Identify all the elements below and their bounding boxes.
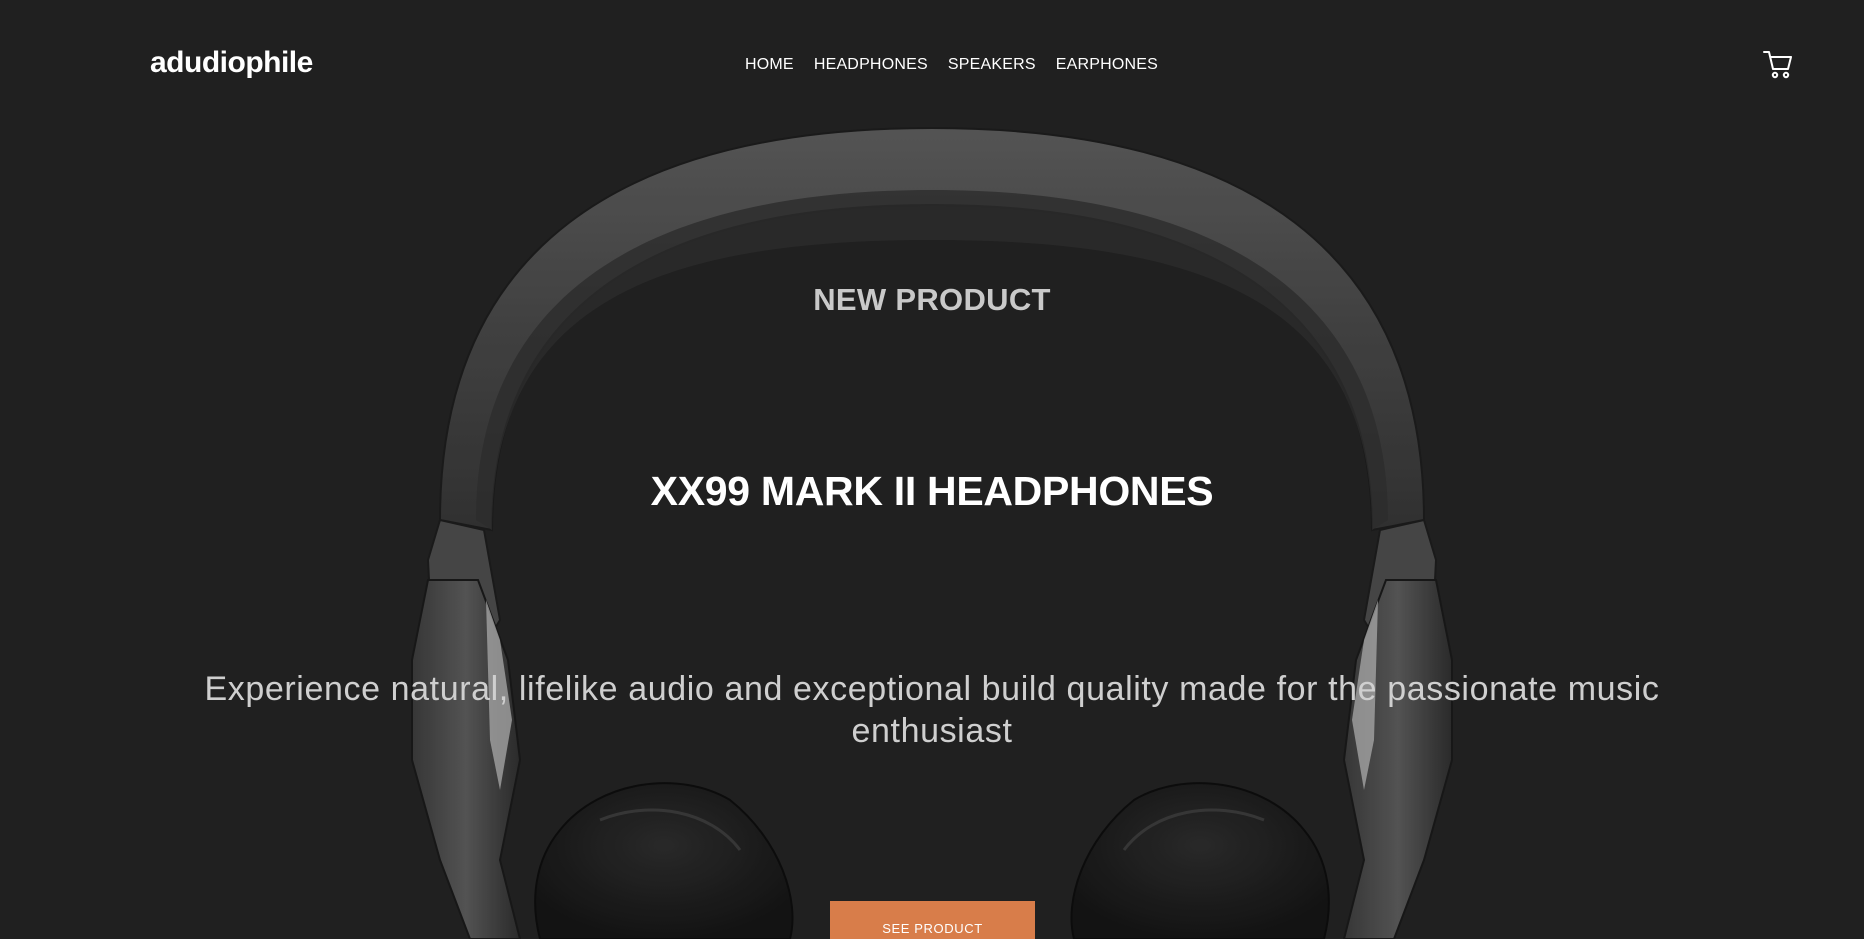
see-product-button[interactable]: SEE PRODUCT: [830, 901, 1035, 939]
hero-overline: NEW PRODUCT: [813, 282, 1051, 317]
page: adudiophile HOME HEADPHONES SPEAKERS EAR…: [0, 0, 1864, 939]
hero-description: Experience natural, lifelike audio and e…: [204, 670, 1660, 750]
hero-title: XX99 MARK II HEADPHONES: [650, 468, 1214, 514]
hero: NEW PRODUCT XX99 MARK II HEADPHONES Expe…: [0, 0, 1864, 939]
